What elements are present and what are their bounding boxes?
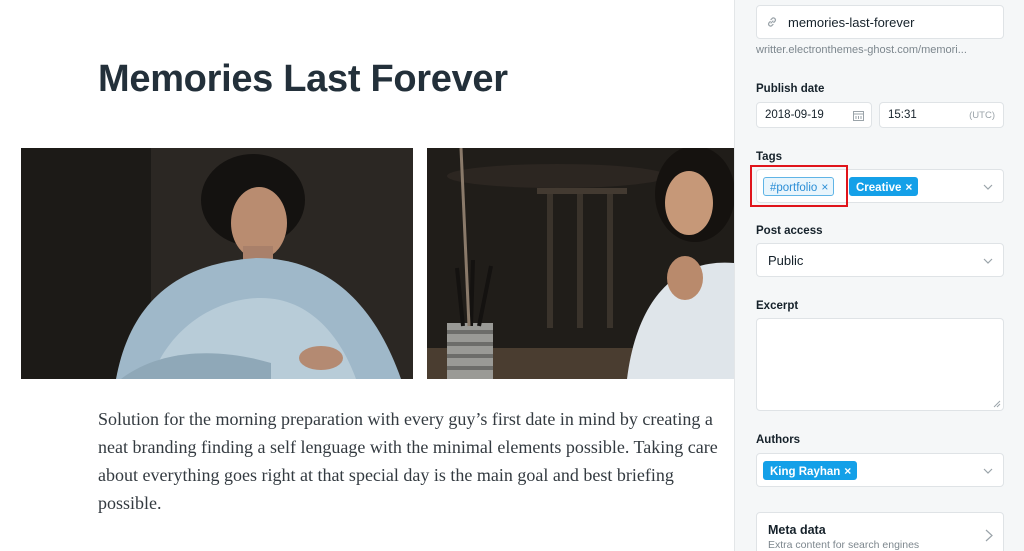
authors-input[interactable]: King Rayhan × [756,453,1004,487]
chevron-down-icon [983,258,993,264]
excerpt-label: Excerpt [756,300,799,312]
publish-date-input[interactable]: 2018-09-19 [756,102,872,128]
post-body[interactable]: Solution for the morning preparation wit… [98,405,718,517]
chevron-down-icon[interactable] [983,184,993,190]
post-access-label: Post access [756,225,823,237]
post-access-value: Public [768,253,804,268]
chevron-right-icon [985,529,993,542]
link-icon [768,17,776,27]
gallery-image-woman-reading[interactable] [21,148,413,379]
authors-label: Authors [756,434,801,446]
tag-chip-creative[interactable]: Creative × [849,177,919,196]
calendar-icon[interactable] [853,110,864,121]
close-icon[interactable]: × [844,464,851,478]
tag-highlight-annotation [750,165,848,207]
close-icon[interactable]: × [905,180,912,194]
author-label: King Rayhan [770,466,841,478]
meta-data-title: Meta data [768,523,826,537]
publish-date-value: 2018-09-19 [765,109,824,121]
post-url-value: memories-last-forever [788,15,915,30]
post-access-select[interactable]: Public [756,243,1004,277]
post-settings-sidebar: memories-last-forever writter.electronth… [734,0,1024,551]
post-url-input[interactable]: memories-last-forever [756,5,1004,39]
resize-handle-icon[interactable] [993,400,1001,408]
tag-label: Creative [856,182,902,194]
meta-data-button[interactable]: Meta data Extra content for search engin… [756,512,1004,551]
chevron-down-icon[interactable] [983,468,993,474]
post-title[interactable]: Memories Last Forever [98,58,508,101]
publish-time-input[interactable]: 15:31 (UTC) [879,102,1004,128]
post-editor: Memories Last Forever Solution for the m… [0,0,734,551]
post-url-preview: writter.electronthemes-ghost.com/memori.… [756,44,967,56]
meta-data-subtitle: Extra content for search engines [768,539,920,551]
photo-illustration [21,148,413,379]
publish-time-value: 15:31 [888,109,917,121]
publish-date-label: Publish date [756,83,825,95]
author-chip[interactable]: King Rayhan × [763,461,858,480]
excerpt-textarea[interactable] [756,318,1004,411]
tags-label: Tags [756,151,782,163]
timezone-label: (UTC) [969,110,995,121]
photo-illustration [427,148,734,379]
gallery-image-woman-cafe[interactable] [427,148,734,379]
